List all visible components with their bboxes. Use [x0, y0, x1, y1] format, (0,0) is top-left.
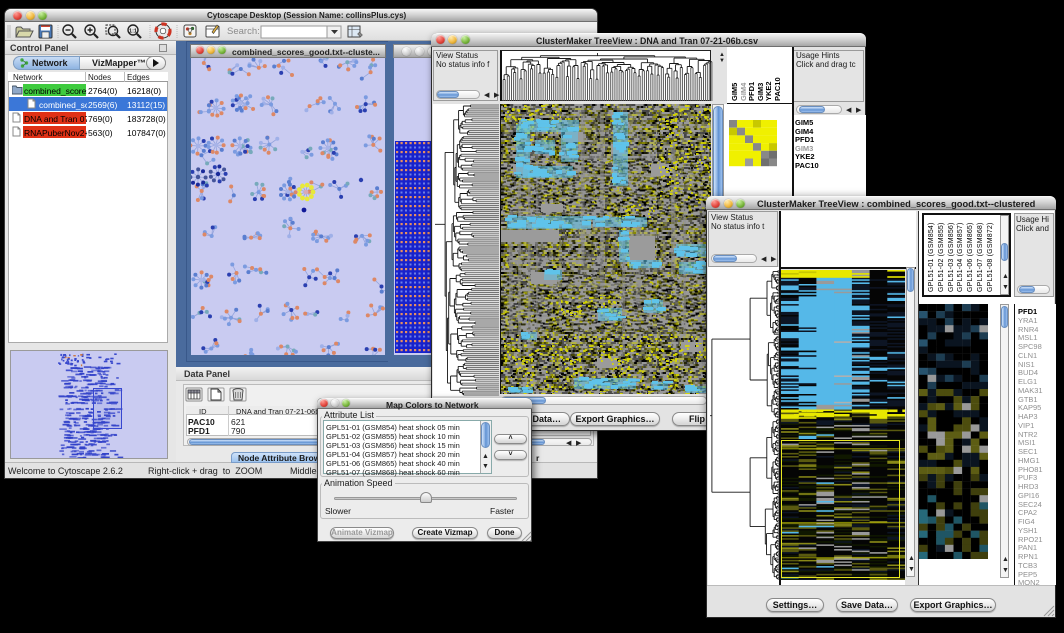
svg-text:1:1: 1:1	[129, 28, 137, 34]
svg-text:Search:: Search:	[227, 26, 260, 37]
